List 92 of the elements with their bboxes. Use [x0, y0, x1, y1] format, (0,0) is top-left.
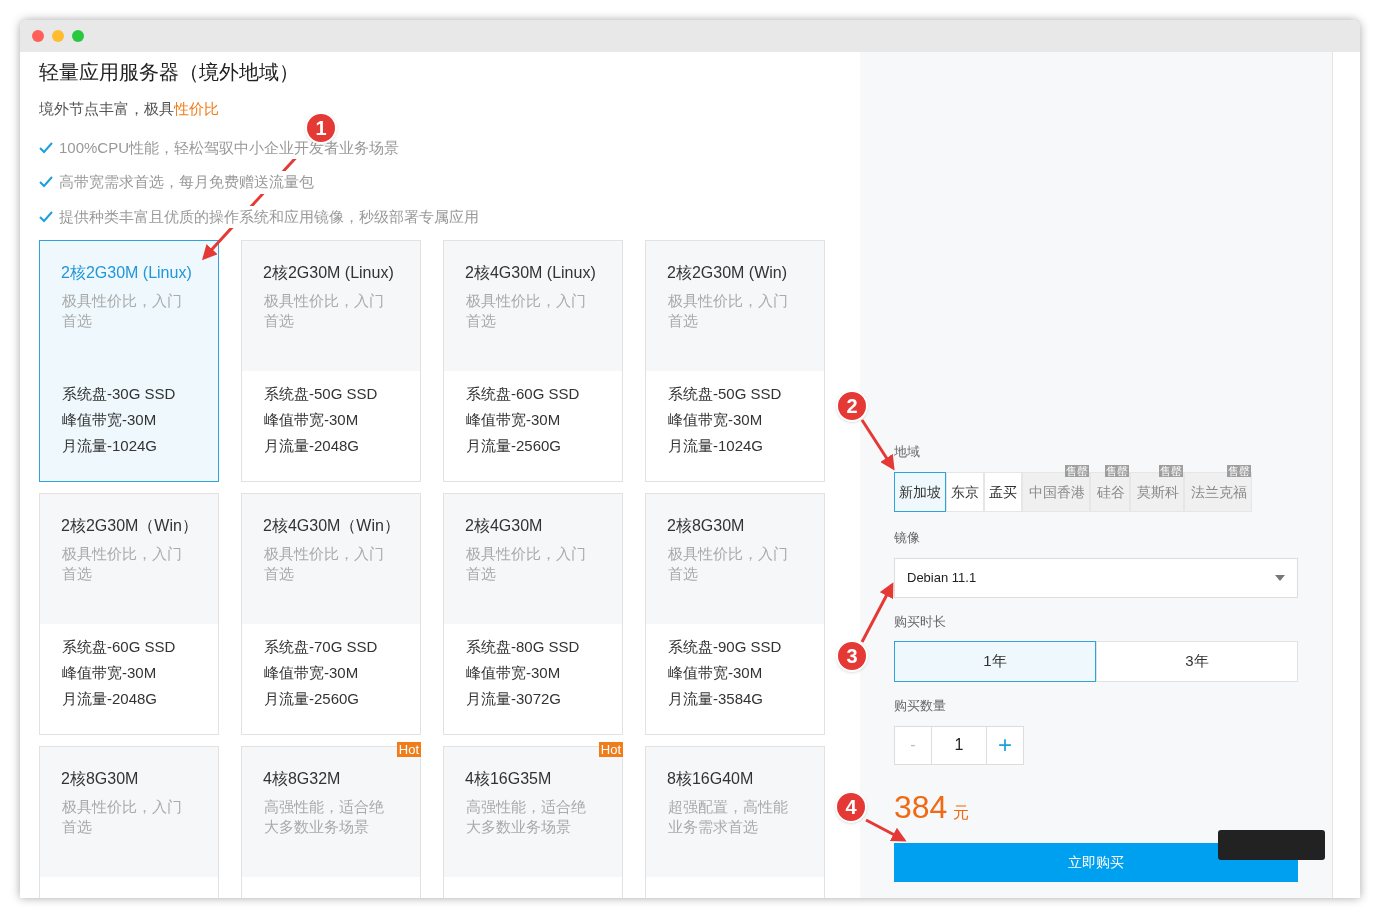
plan-description: 极具性价比，入门首选	[264, 291, 385, 331]
hot-badge: Hot	[396, 742, 421, 757]
plan-description: 极具性价比，入门首选	[668, 291, 789, 331]
plan-name: 2核2G30M（Win）	[61, 516, 196, 536]
annotation-arrow	[860, 582, 894, 643]
hot-badge: Hot	[598, 742, 623, 757]
sold-out-badge: 售罄	[1065, 465, 1089, 477]
annotation-arrow	[860, 419, 895, 471]
plan-description: 极具性价比，入门首选	[264, 544, 385, 584]
region-option[interactable]: 新加坡	[894, 472, 946, 512]
plan-name: 2核8G30M	[61, 769, 140, 789]
zoom-button[interactable]	[72, 30, 84, 42]
sold-out-badge: 售罄	[1105, 465, 1129, 477]
plan-card[interactable]: 2核8G30M 极具性价比，入门首选 系统盘-90G SSD 峰值带宽-30M 月流量-3584G	[645, 493, 825, 735]
plan-name: 2核2G30M (Linux)	[61, 263, 193, 283]
plan-name: 2核4G30M (Linux)	[465, 263, 597, 283]
plan-card[interactable]: 2核2G30M (Linux) 极具性价比，入门首选 系统盘-50G SSD 峰值带宽-30M 月流量-2048G	[241, 240, 421, 482]
page-title: 轻量应用服务器（境外地域）	[39, 60, 300, 85]
close-button[interactable]	[32, 30, 44, 42]
plan-name: 2核4G30M	[465, 516, 544, 536]
annotation-arrow	[865, 818, 907, 842]
field-label: 镜像	[894, 529, 921, 547]
plan-spec: 月流量-2048G	[264, 436, 361, 456]
plan-spec: 峰值带宽-30M	[668, 663, 764, 683]
plan-spec: 月流量-1024G	[62, 436, 159, 456]
plan-card[interactable]: 2核2G30M（Win） 极具性价比，入门首选 系统盘-60G SSD 峰值带宽-30M 月流量-2048G	[39, 493, 219, 735]
field-label: 地域	[894, 444, 921, 460]
feature-text: 提供种类丰富且优质的操作系统和应用镜像，秒级部署专属应用	[59, 205, 479, 228]
plan-card[interactable]: 2核8G30M 极具性价比，入门首选	[39, 746, 219, 898]
plan-spec: 系统盘-60G SSD	[62, 637, 177, 657]
caret-icon	[1275, 574, 1285, 581]
plan-spec: 月流量-2560G	[466, 436, 563, 456]
plan-card[interactable]: 2核2G30M (Win) 极具性价比，入门首选 系统盘-50G SSD 峰值带宽-30M 月流量-1024G	[645, 240, 825, 482]
plan-spec: 系统盘-90G SSD	[668, 637, 783, 657]
plan-name: 4核8G32M	[263, 769, 342, 789]
plan-spec: 峰值带宽-30M	[668, 410, 764, 430]
feature-text: 高带宽需求首选，每月免费赠送流量包	[59, 171, 314, 194]
plan-name: 2核2G30M (Win)	[667, 263, 789, 283]
image-dropdown[interactable]: Debian 11.1	[894, 557, 1298, 598]
field-label: 购买时长	[894, 612, 947, 631]
plan-description: 极具性价比，入门首选	[62, 797, 183, 837]
plan-spec: 峰值带宽-30M	[62, 410, 158, 430]
check-icon	[39, 210, 53, 223]
plan-spec: 峰值带宽-30M	[264, 410, 360, 430]
duration-option[interactable]: 3年	[1096, 641, 1298, 682]
plan-description: 极具性价比，入门首选	[466, 544, 587, 584]
minimize-button[interactable]	[52, 30, 64, 42]
price-unit: 元	[953, 802, 970, 823]
plan-spec: 月流量-2560G	[264, 689, 361, 709]
plan-description: 高强性能，适合绝大多数业务场景	[466, 797, 587, 837]
duration-option[interactable]: 1年	[894, 641, 1096, 682]
plan-spec: 月流量-3584G	[668, 689, 765, 709]
sold-out-badge: 售罄	[1159, 465, 1183, 477]
field-label: 购买数量	[894, 697, 947, 715]
plan-spec: 系统盘-30G SSD	[62, 384, 177, 404]
check-icon	[39, 141, 53, 154]
dropdown-value: Debian 11.1	[907, 568, 977, 587]
sold-out-badge: 售罄	[1227, 465, 1251, 477]
plan-card[interactable]: 2核4G30M 极具性价比，入门首选 系统盘-80G SSD 峰值带宽-30M 月流量-3072G	[443, 493, 623, 735]
subtitle: 境外节点丰富，极具性价比	[39, 99, 220, 119]
plan-spec: 系统盘-70G SSD	[264, 637, 379, 657]
plan-spec: 峰值带宽-30M	[62, 663, 158, 683]
plan-spec: 月流量-1024G	[668, 436, 765, 456]
plan-spec: 峰值带宽-30M	[264, 663, 360, 683]
plan-spec: 系统盘-60G SSD	[466, 384, 581, 404]
plan-spec: 月流量-2048G	[62, 689, 159, 709]
plan-spec: 系统盘-80G SSD	[466, 637, 581, 657]
price: 384	[894, 787, 948, 827]
plan-card[interactable]: 2核4G30M (Linux) 极具性价比，入门首选 系统盘-60G SSD 峰值带宽-30M 月流量-2560G	[443, 240, 623, 482]
plan-spec: 月流量-3072G	[466, 689, 563, 709]
plan-description: 极具性价比，入门首选	[62, 544, 183, 584]
region-option[interactable]: 东京	[946, 472, 984, 512]
plan-name: 2核4G30M（Win）	[263, 516, 398, 536]
plan-spec: 系统盘-50G SSD	[668, 384, 783, 404]
plan-description: 超强配置，高性能业务需求首选	[668, 797, 789, 837]
plan-card[interactable]: 8核16G40M 超强配置，高性能业务需求首选	[645, 746, 825, 898]
quantity-field[interactable]: 1	[932, 725, 986, 765]
plan-name: 4核16G35M	[465, 769, 553, 789]
plan-spec: 峰值带宽-30M	[466, 410, 562, 430]
plan-description: 高强性能，适合绝大多数业务场景	[264, 797, 385, 837]
plan-name: 2核8G30M	[667, 516, 746, 536]
plan-card[interactable]: 2核2G30M (Linux) 极具性价比，入门首选 系统盘-30G SSD 峰值带宽-30M 月流量-1024G	[39, 240, 219, 482]
plan-spec: 系统盘-50G SSD	[264, 384, 379, 404]
plan-name: 8核16G40M	[667, 769, 755, 789]
plan-description: 极具性价比，入门首选	[62, 291, 183, 331]
plan-description: 极具性价比，入门首选	[466, 291, 587, 331]
region-option[interactable]: 孟买	[984, 472, 1022, 512]
check-icon	[39, 176, 53, 189]
plan-description: 极具性价比，入门首选	[668, 544, 789, 584]
plan-spec: 峰值带宽-30M	[466, 663, 562, 683]
plan-name: 2核2G30M (Linux)	[263, 263, 395, 283]
plan-card[interactable]: 2核4G30M（Win） 极具性价比，入门首选 系统盘-70G SSD 峰值带宽-30M 月流量-2560G	[241, 493, 421, 735]
